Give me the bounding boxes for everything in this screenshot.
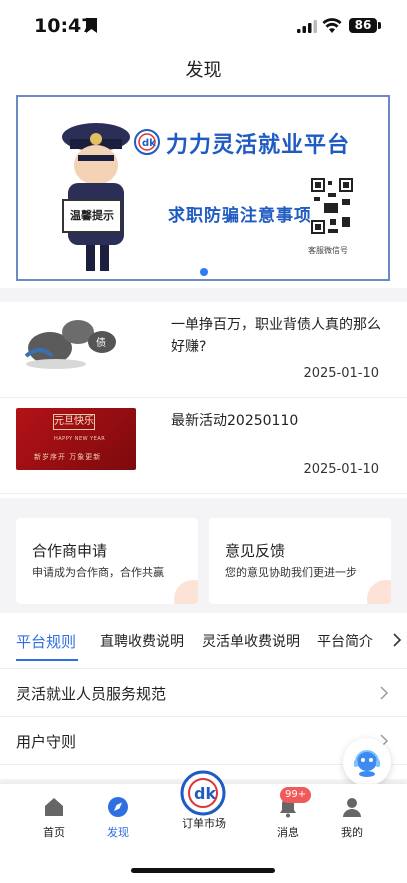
platform-logo-icon: dk [180, 770, 226, 816]
news-date: 2025-01-10 [303, 366, 379, 381]
police-officer-illustration [62, 123, 130, 271]
thumbnail-english-text: HAPPY NEW YEAR [54, 436, 106, 442]
card-decoration [367, 580, 391, 604]
card-title: 意见反馈 [225, 542, 286, 560]
active-tab-indicator [16, 659, 78, 661]
nav-label: 消息 [277, 826, 299, 839]
nav-label: 发现 [107, 826, 129, 839]
svg-text:dk: dk [194, 784, 216, 803]
svg-text:dk: dk [142, 138, 156, 149]
banner-carousel[interactable]: 温馨提示 dk 力力灵活就业平台 求职防骗注意事项 客服微信号 [0, 92, 407, 288]
tab-flexible-order-fees[interactable]: 灵活单收费说明 [202, 631, 300, 651]
tab-direct-hire-fees[interactable]: 直聘收费说明 [100, 631, 184, 651]
status-bar: 10:47 86 [0, 0, 407, 50]
thumbnail-chinese-text: 新岁序开 万象更新 [34, 453, 102, 461]
page-title: 发现 [185, 60, 222, 81]
cellular-signal-icon [297, 20, 317, 33]
svg-text:债: 债 [96, 336, 106, 349]
partner-application-card[interactable]: 合作商申请 申请成为合作商，合作共赢 [16, 518, 198, 604]
chevron-right-icon [380, 686, 388, 700]
customer-service-button[interactable] [343, 738, 391, 786]
order-market-logo[interactable]: dk [180, 770, 226, 816]
card-description: 您的意见协助我们更进一步 [225, 566, 357, 579]
carousel-indicator-dot[interactable] [200, 268, 208, 276]
nav-label: 首页 [43, 826, 65, 839]
chevron-right-icon[interactable] [392, 633, 402, 647]
nav-label[interactable]: 订单市场 [164, 815, 244, 831]
battery-tip [378, 22, 381, 29]
info-tabs: 平台规则 直聘收费说明 灵活单收费说明 平台简介 [0, 613, 407, 669]
bookmark-icon [86, 18, 97, 33]
news-thumbnail: 元旦快乐 HAPPY NEW YEAR 新岁序开 万象更新 [16, 408, 136, 470]
card-decoration [174, 580, 198, 604]
warning-sign: 温馨提示 [62, 199, 122, 233]
battery-indicator: 86 [349, 18, 377, 33]
tab-platform-rules[interactable]: 平台规则 [16, 631, 76, 652]
news-item[interactable]: 元旦快乐 HAPPY NEW YEAR 新岁序开 万象更新 最新活动202501… [0, 398, 407, 494]
thumbnail-greeting: 元旦快乐 [53, 414, 95, 430]
home-indicator [131, 868, 275, 873]
card-description: 申请成为合作商，合作共赢 [32, 566, 164, 579]
action-cards: 合作商申请 申请成为合作商，合作共赢 意见反馈 您的意见协助我们更进一步 [0, 498, 407, 613]
news-list: 债 一单挣百万，职业背债人真的那么好赚? 2025-01-10 元旦快乐 HAP… [0, 302, 407, 498]
banner-slide[interactable]: 温馨提示 dk 力力灵活就业平台 求职防骗注意事项 客服微信号 [16, 95, 390, 281]
nav-profile[interactable]: 我的 [322, 796, 382, 840]
news-date: 2025-01-10 [303, 462, 379, 477]
list-item[interactable]: 灵活就业人员服务规范 [0, 669, 407, 717]
tab-platform-intro[interactable]: 平台简介 [317, 631, 373, 651]
nav-label: 我的 [341, 826, 363, 839]
banner-title: 力力灵活就业平台 [166, 133, 351, 158]
list-item-label: 用户守则 [16, 733, 77, 751]
home-icon [45, 798, 63, 816]
banner-subtitle: 求职防骗注意事项 [168, 206, 312, 226]
customer-service-icon [354, 750, 380, 777]
compass-icon [108, 797, 128, 817]
wifi-icon [322, 18, 342, 33]
qr-caption: 客服微信号 [308, 246, 348, 255]
qr-code-icon [310, 177, 354, 237]
message-count-badge: 99+ [280, 787, 312, 803]
platform-logo-icon: dk [134, 129, 160, 155]
card-title: 合作商申请 [32, 542, 108, 560]
nav-home[interactable]: 首页 [24, 796, 84, 840]
nav-discover[interactable]: 发现 [88, 796, 148, 840]
news-title: 一单挣百万，职业背债人真的那么好赚? [171, 317, 381, 355]
user-icon [343, 798, 361, 817]
list-item-label: 灵活就业人员服务规范 [16, 685, 167, 703]
news-item[interactable]: 债 一单挣百万，职业背债人真的那么好赚? 2025-01-10 [0, 302, 407, 398]
news-thumbnail: 债 [16, 312, 136, 374]
feedback-card[interactable]: 意见反馈 您的意见协助我们更进一步 [209, 518, 391, 604]
news-title: 最新活动20250110 [171, 413, 299, 429]
page-header: 发现 [0, 50, 407, 92]
